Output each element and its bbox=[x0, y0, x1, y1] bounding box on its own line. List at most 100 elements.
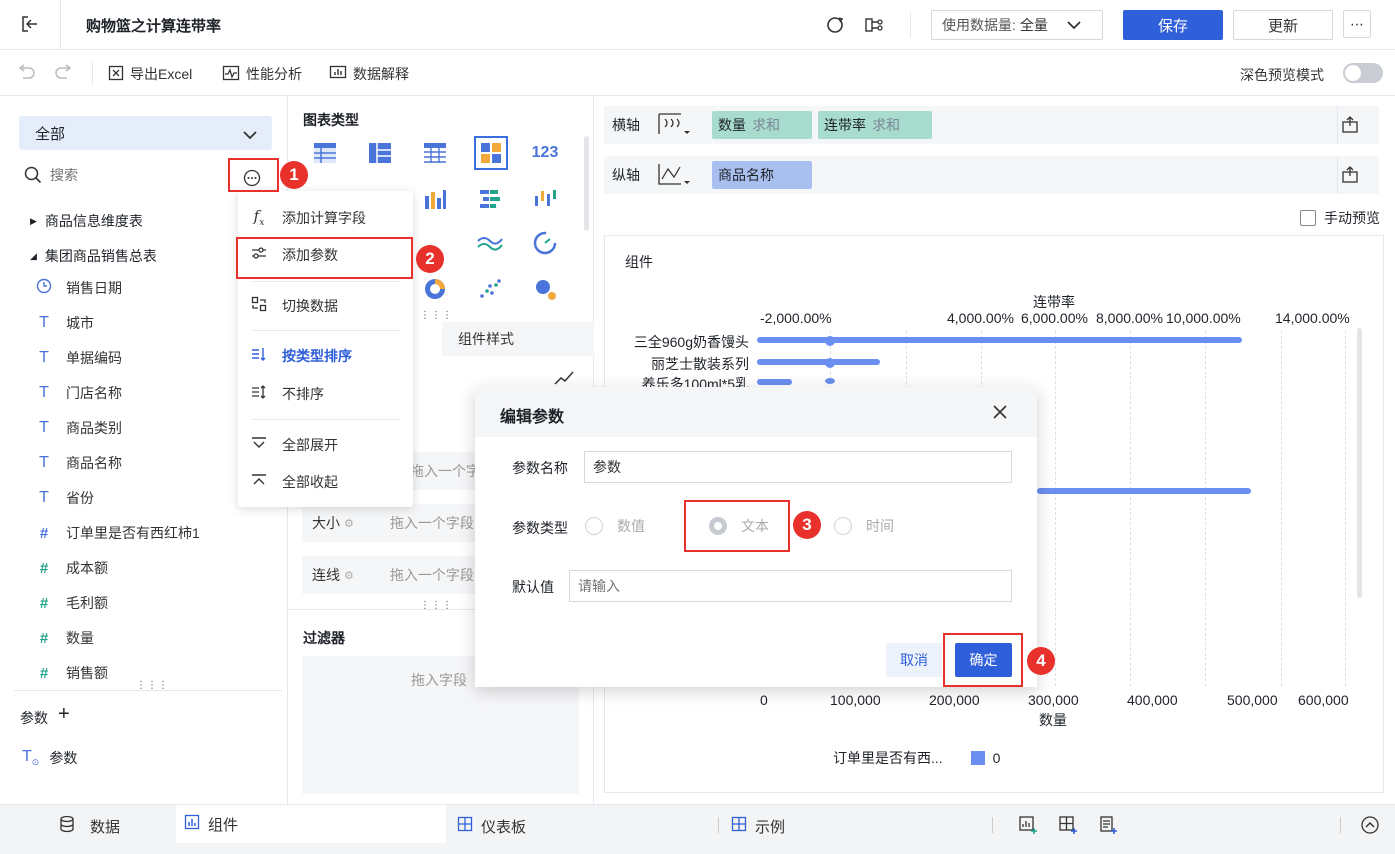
data-volume-select[interactable]: 使用数据量: 全量 bbox=[931, 10, 1103, 40]
data-explain-button[interactable]: 数据解释 bbox=[329, 64, 409, 84]
save-button[interactable]: 保存 bbox=[1123, 10, 1223, 40]
tab-data[interactable]: 数据 bbox=[58, 805, 120, 847]
dataset-select[interactable]: 全部 bbox=[19, 116, 272, 150]
menu-item-label: 添加计算字段 bbox=[282, 209, 366, 226]
close-icon[interactable] bbox=[992, 404, 1008, 423]
exit-icon[interactable] bbox=[20, 14, 42, 36]
bubble-chart-icon[interactable] bbox=[530, 274, 560, 304]
dialog-title: 编辑参数 bbox=[500, 409, 565, 426]
manual-preview-checkbox[interactable]: 手动预览 bbox=[1300, 208, 1380, 228]
menu-item-collapse-all[interactable]: 全部收起 bbox=[250, 472, 338, 492]
group-table-icon[interactable] bbox=[365, 138, 395, 168]
cancel-button[interactable]: 取消 bbox=[886, 643, 942, 677]
detail-table-icon[interactable] bbox=[420, 138, 450, 168]
area-chart-icon[interactable] bbox=[475, 228, 505, 258]
bar-chart-icon[interactable] bbox=[420, 184, 450, 214]
dark-preview-toggle[interactable] bbox=[1343, 63, 1383, 83]
export-excel-button[interactable]: 导出Excel bbox=[108, 64, 192, 84]
legend-value: 0 bbox=[992, 750, 1001, 766]
add-dashboard-icon[interactable] bbox=[1058, 815, 1078, 838]
scatter-chart-icon[interactable] bbox=[475, 274, 505, 304]
scrollbar[interactable] bbox=[584, 136, 589, 231]
add-component-icon[interactable] bbox=[1018, 815, 1038, 838]
kpi-number-icon[interactable]: 123 bbox=[530, 138, 560, 168]
field-item[interactable]: # 数量 bbox=[36, 628, 94, 648]
bar[interactable] bbox=[757, 359, 880, 365]
x-pill-joint-rate[interactable]: 连带率 求和 bbox=[818, 111, 932, 139]
bar[interactable] bbox=[1037, 488, 1251, 494]
table-item-product-dim[interactable]: ▶ 商品信息维度表 bbox=[30, 211, 143, 231]
step-badge: 2 bbox=[416, 245, 444, 273]
field-item[interactable]: # 订单里是否有西红柿1 bbox=[36, 523, 200, 543]
search-input[interactable] bbox=[50, 164, 220, 186]
chart-scrollbar[interactable] bbox=[1357, 328, 1362, 598]
legend[interactable]: 订单里是否有西... 0 bbox=[833, 748, 1000, 768]
radio bbox=[834, 517, 852, 535]
pie-chart-icon[interactable] bbox=[420, 274, 450, 304]
field-item[interactable]: T 门店名称 bbox=[36, 383, 122, 403]
resize-handle[interactable]: ⋮⋮⋮ bbox=[420, 310, 453, 321]
radio-label: 数值 bbox=[617, 518, 645, 534]
clock-icon bbox=[36, 278, 52, 298]
field-name: 单据编码 bbox=[66, 350, 122, 366]
more-icon[interactable]: ⋯ bbox=[1343, 10, 1371, 38]
radio-label: 时间 bbox=[866, 518, 894, 534]
redo-icon[interactable] bbox=[54, 63, 74, 84]
menu-divider bbox=[252, 330, 400, 331]
add-report-icon[interactable] bbox=[1098, 815, 1118, 838]
menu-item-add-calc-field[interactable]: fx 添加计算字段 bbox=[250, 207, 366, 228]
table-item-sales-total[interactable]: ◢ 集团商品销售总表 bbox=[30, 246, 157, 266]
y-axis-icon[interactable] bbox=[656, 161, 690, 190]
tab-component[interactable]: 组件 bbox=[176, 805, 446, 843]
gauge-chart-icon[interactable] bbox=[530, 228, 560, 258]
field-item[interactable]: 销售日期 bbox=[36, 278, 122, 298]
pill-name: 连带率 bbox=[824, 117, 866, 133]
x-axis-icon[interactable] bbox=[656, 111, 690, 140]
param-name: 参数 bbox=[49, 750, 78, 767]
menu-item-label: 切换数据 bbox=[282, 298, 338, 314]
custom-chart-icon[interactable] bbox=[474, 136, 508, 170]
update-button[interactable]: 更新 bbox=[1233, 10, 1333, 40]
type-option-time[interactable]: 时间 bbox=[834, 516, 894, 536]
field-item[interactable]: T 省份 bbox=[36, 488, 94, 508]
tab-example[interactable]: 示例 bbox=[731, 805, 785, 847]
x-pill-quantity[interactable]: 数量 求和 bbox=[712, 111, 812, 139]
menu-item-switch-data[interactable]: 切换数据 bbox=[250, 296, 338, 316]
field-item[interactable]: T 商品类别 bbox=[36, 418, 122, 438]
tab-component-style[interactable]: 组件样式 bbox=[442, 322, 594, 356]
axis-settings-icon[interactable] bbox=[1340, 166, 1360, 187]
type-option-number[interactable]: 数值 bbox=[585, 516, 645, 536]
menu-item-no-sort[interactable]: 不排序 bbox=[250, 384, 324, 404]
field-item[interactable]: T 城市 bbox=[36, 313, 94, 333]
axis-settings-icon[interactable] bbox=[1340, 116, 1360, 137]
tab-dashboard[interactable]: 仪表板 bbox=[457, 805, 526, 847]
expand-all-icon bbox=[250, 436, 268, 454]
default-value-input[interactable] bbox=[569, 570, 1012, 602]
data-explain-label: 数据解释 bbox=[353, 66, 409, 82]
undo-icon[interactable] bbox=[16, 63, 36, 84]
field-item[interactable]: # 成本额 bbox=[36, 558, 108, 578]
lineage-icon[interactable] bbox=[864, 15, 886, 38]
field-item[interactable]: T 单据编码 bbox=[36, 348, 122, 368]
collapse-up-icon[interactable] bbox=[1360, 815, 1380, 838]
waterfall-chart-icon[interactable] bbox=[530, 184, 560, 214]
refresh-icon[interactable] bbox=[825, 15, 845, 38]
slot-size-label: 大小 bbox=[312, 515, 340, 531]
cross-table-icon[interactable] bbox=[310, 138, 340, 168]
switch-data-icon bbox=[250, 296, 268, 316]
menu-item-sort-by-type[interactable]: 按类型排序 bbox=[250, 346, 352, 366]
field-name: 门店名称 bbox=[66, 385, 122, 401]
menu-item-expand-all[interactable]: 全部展开 bbox=[250, 435, 338, 455]
param-name-input[interactable] bbox=[584, 451, 1012, 483]
add-param-icon[interactable]: + bbox=[58, 704, 70, 724]
param-item[interactable]: T⊙ 参数 bbox=[22, 748, 77, 768]
field-item[interactable]: # 销售额 bbox=[36, 663, 108, 683]
excel-icon bbox=[108, 65, 124, 84]
y-pill-product-name[interactable]: 商品名称 bbox=[712, 161, 812, 189]
field-item[interactable]: T 商品名称 bbox=[36, 453, 122, 473]
step-badge: 4 bbox=[1027, 647, 1055, 675]
perf-analysis-button[interactable]: 性能分析 bbox=[222, 64, 302, 84]
field-item[interactable]: # 毛利额 bbox=[36, 593, 108, 613]
stacked-bar-icon[interactable] bbox=[475, 184, 505, 214]
bar[interactable] bbox=[757, 379, 792, 385]
